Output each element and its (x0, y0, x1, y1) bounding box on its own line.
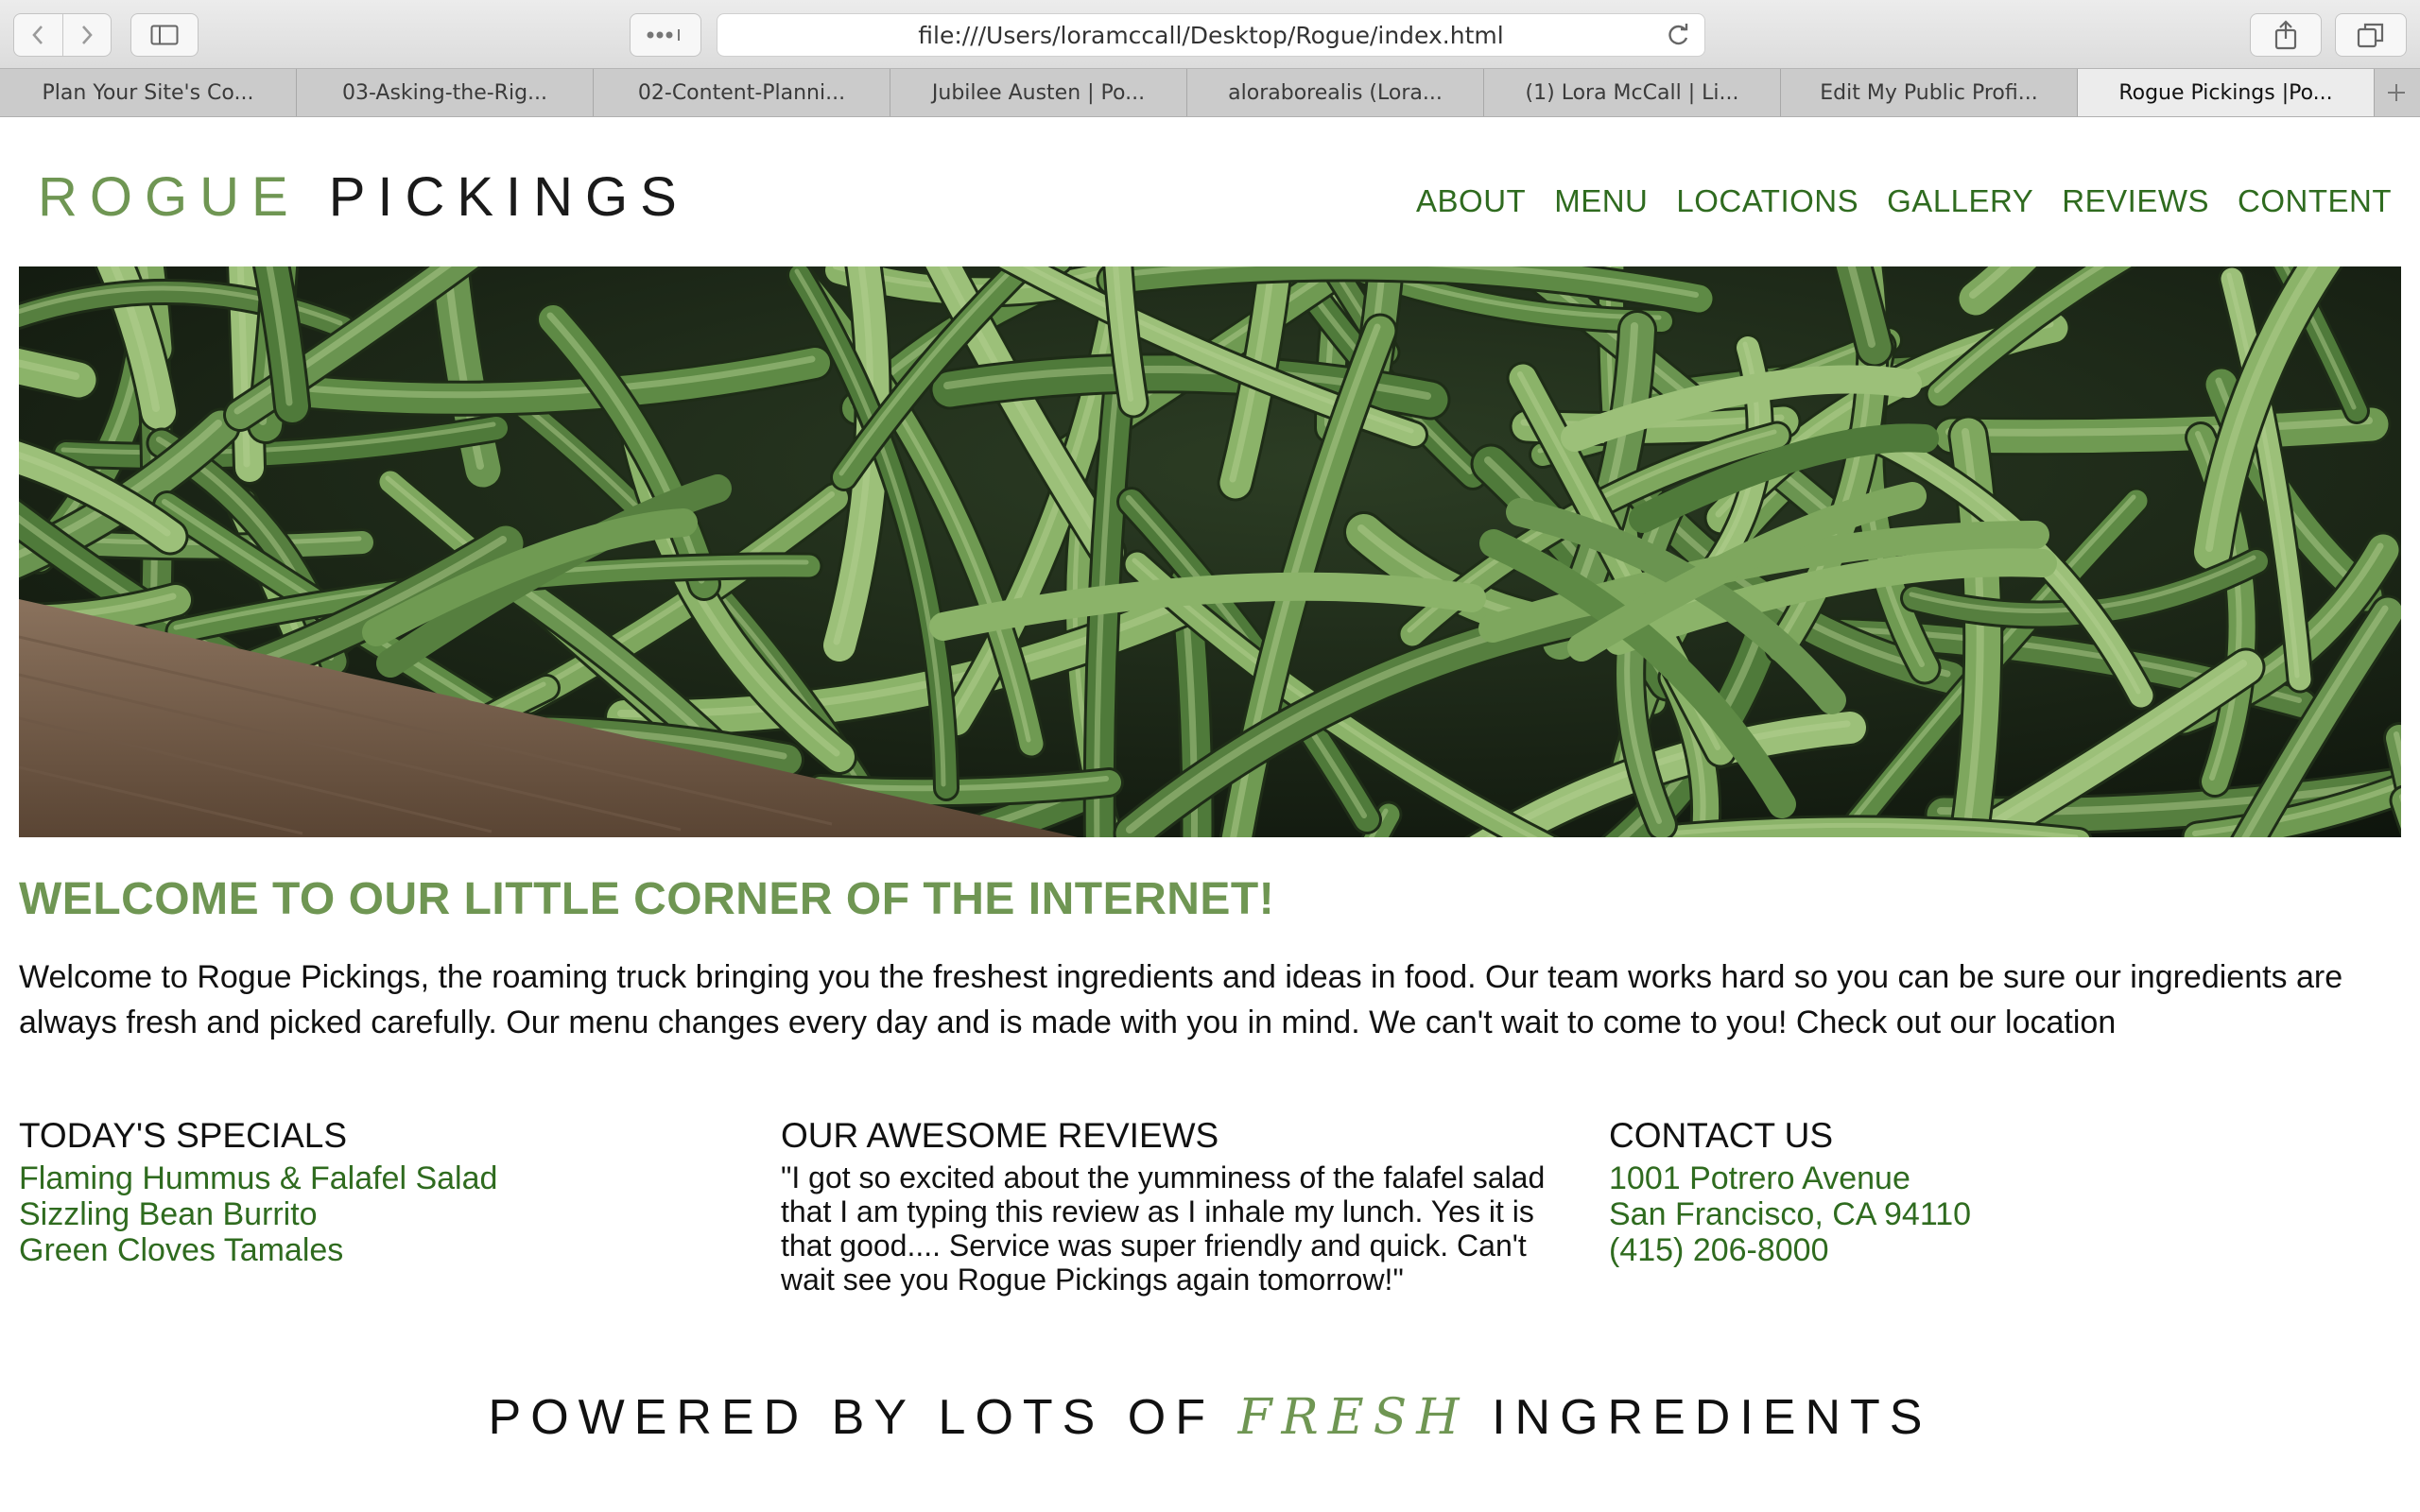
address-text: file:///Users/loramccall/Desktop/Rogue/i… (918, 21, 1504, 49)
tab-label: (1) Lora McCall | Li... (1525, 80, 1739, 105)
nav-link-gallery[interactable]: GALLERY (1887, 185, 2033, 216)
tab-label: Jubilee Austen | Po... (931, 80, 1146, 105)
review-quote: "I got so excited about the yumminess of… (781, 1160, 1546, 1297)
chevron-right-icon (81, 26, 93, 44)
browser-tab[interactable]: Jubilee Austen | Po... (890, 69, 1187, 116)
new-tab-button[interactable] (2375, 69, 2418, 116)
tab-label: Edit My Public Profi... (1820, 80, 2038, 105)
contact-phone[interactable]: (415) 206-8000 (1609, 1232, 2384, 1268)
tagline-post: INGREDIENTS (1492, 1390, 1932, 1445)
intro-paragraph: Welcome to Rogue Pickings, the roaming t… (19, 959, 2343, 1040)
logo-word-pickings: PICKINGS (328, 166, 689, 228)
tab-strip: Plan Your Site's Co... 03-Asking-the-Rig… (0, 68, 2420, 117)
browser-tab-active[interactable]: Rogue Pickings |Po... (2078, 69, 2375, 116)
nav-link-content[interactable]: CONTENT (2238, 185, 2392, 216)
specials-section: TODAY'S SPECIALS Flaming Hummus & Falafe… (19, 1115, 737, 1268)
special-item[interactable]: Sizzling Bean Burrito (19, 1196, 737, 1232)
nav-link-reviews[interactable]: REVIEWS (2062, 185, 2209, 216)
extensions-button[interactable] (630, 13, 701, 57)
sidebar-button[interactable] (130, 13, 199, 57)
special-item[interactable]: Green Cloves Tamales (19, 1232, 737, 1268)
site-logo[interactable]: ROGUE PICKINGS (38, 170, 689, 225)
tagline-pre: POWERED BY LOTS OF (488, 1390, 1216, 1445)
plus-icon (2388, 84, 2405, 101)
browser-tab[interactable]: Edit My Public Profi... (1781, 69, 2078, 116)
specials-heading: TODAY'S SPECIALS (19, 1116, 348, 1155)
sidebar-icon (150, 25, 179, 45)
nav-link-locations[interactable]: LOCATIONS (1676, 185, 1858, 216)
contact-street[interactable]: 1001 Potrero Avenue (1609, 1160, 2384, 1196)
browser-tab[interactable]: 03-Asking-the-Rig... (297, 69, 594, 116)
browser-toolbar: file:///Users/loramccall/Desktop/Rogue/i… (0, 0, 2420, 68)
footer-tagline: POWERED BY LOTS OF FRESH INGREDIENTS (0, 1393, 2420, 1442)
tab-label: Plan Your Site's Co... (42, 80, 254, 105)
nav-link-menu[interactable]: MENU (1554, 185, 1648, 216)
contact-city[interactable]: San Francisco, CA 94110 (1609, 1196, 2384, 1232)
tab-label: Rogue Pickings |Po... (2118, 80, 2333, 105)
browser-tab[interactable]: aloraborealis (Lora... (1187, 69, 1484, 116)
tab-label: 03-Asking-the-Rig... (341, 80, 548, 105)
tabs-icon (2357, 23, 2384, 48)
reviews-heading: OUR AWESOME REVIEWS (781, 1116, 1219, 1155)
share-button[interactable] (2250, 13, 2322, 57)
tab-label: 02-Content-Planni... (637, 80, 846, 105)
reload-button[interactable] (1665, 22, 1691, 54)
tab-label: aloraborealis (Lora... (1228, 80, 1443, 105)
reload-icon (1668, 24, 1688, 45)
reviews-section: OUR AWESOME REVIEWS "I got so excited ab… (781, 1115, 1565, 1297)
tagline-accent: FRESH (1237, 1389, 1469, 1446)
forward-button[interactable] (61, 14, 112, 56)
more-dots-icon (647, 29, 680, 41)
tab-overview-button[interactable] (2335, 13, 2407, 57)
browser-tab[interactable]: Plan Your Site's Co... (0, 69, 297, 116)
nav-link-about[interactable]: ABOUT (1416, 185, 1526, 216)
share-icon (2274, 20, 2297, 50)
hero-image (19, 266, 2401, 837)
browser-tab[interactable]: 02-Content-Planni... (594, 69, 890, 116)
back-button[interactable] (14, 14, 62, 56)
contact-section: CONTACT US 1001 Potrero Avenue San Franc… (1609, 1115, 2384, 1268)
special-item[interactable]: Flaming Hummus & Falafel Salad (19, 1160, 737, 1196)
contact-heading: CONTACT US (1609, 1116, 1834, 1155)
address-bar[interactable]: file:///Users/loramccall/Desktop/Rogue/i… (717, 13, 1705, 57)
logo-word-rogue: ROGUE (38, 166, 301, 228)
chevron-left-icon (32, 26, 43, 44)
history-nav (13, 13, 112, 57)
welcome-heading: WELCOME TO OUR LITTLE CORNER OF THE INTE… (19, 874, 1275, 924)
main-nav: ABOUT MENU LOCATIONS GALLERY REVIEWS CON… (1416, 185, 2392, 216)
site-header: ROGUE PICKINGS ABOUT MENU LOCATIONS GALLE… (0, 117, 2420, 266)
browser-tab[interactable]: (1) Lora McCall | Li... (1484, 69, 1781, 116)
green-beans-photo (19, 266, 2401, 837)
